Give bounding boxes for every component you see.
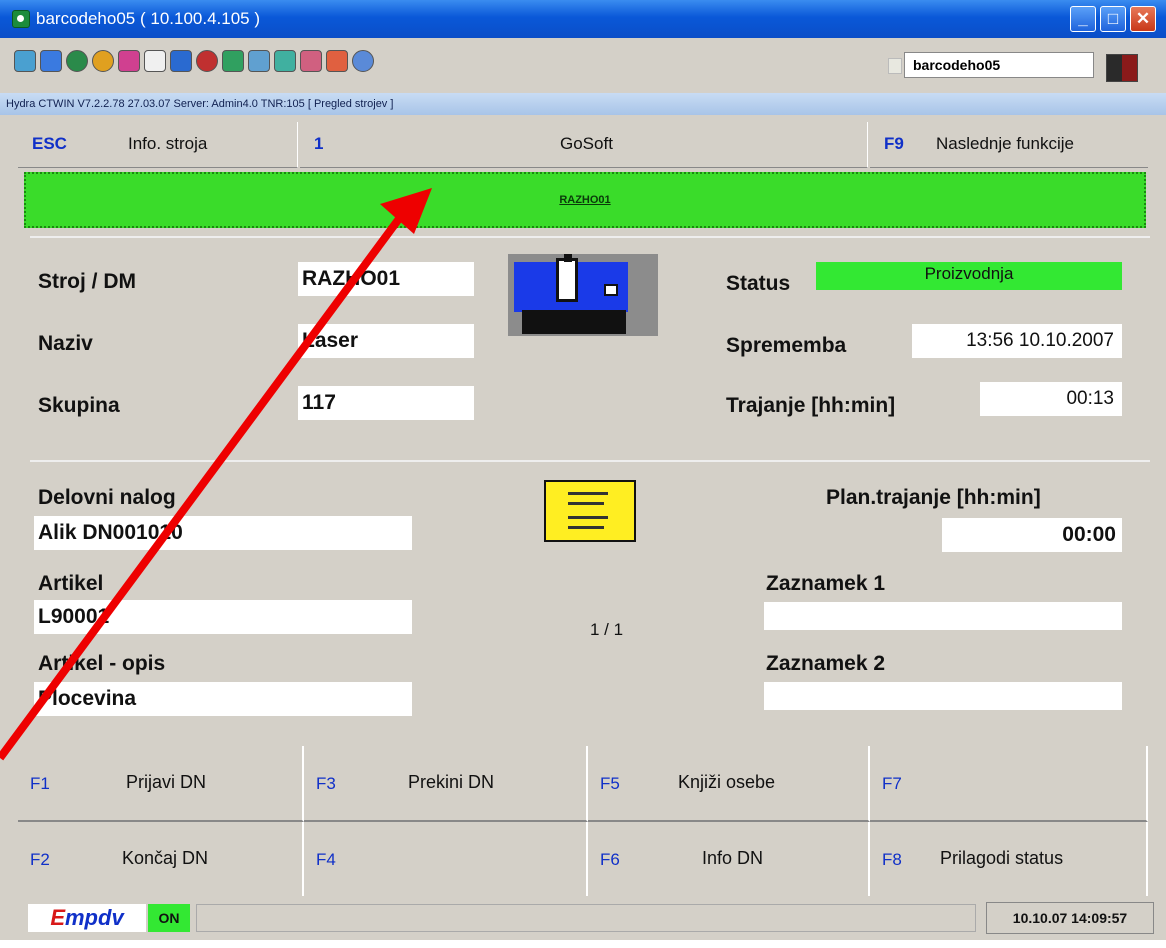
arrow-shaft — [0, 209, 408, 761]
annotation-arrow — [0, 188, 432, 761]
arrow-head — [380, 188, 432, 234]
